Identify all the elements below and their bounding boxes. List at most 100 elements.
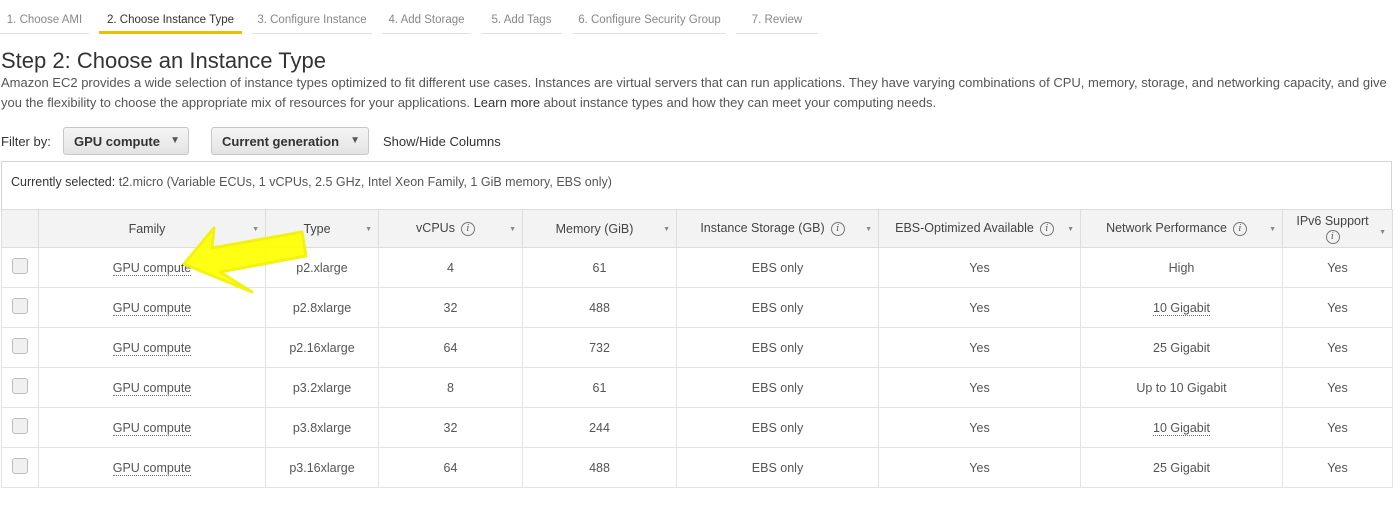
step-choose-ami[interactable]: 1. Choose AMI bbox=[0, 0, 89, 34]
sort-caret-icon: ▼ bbox=[1379, 229, 1386, 236]
family-link[interactable]: GPU compute bbox=[112, 300, 192, 316]
storage-cell: EBS only bbox=[676, 367, 879, 408]
info-icon[interactable]: i bbox=[1039, 221, 1054, 236]
network-value: 25 Gigabit bbox=[1153, 460, 1210, 475]
sort-caret-icon: ▼ bbox=[865, 226, 872, 233]
column-header-label: Instance Storage (GB) bbox=[700, 221, 825, 236]
step-add-tags[interactable]: 5. Add Tags bbox=[481, 0, 562, 34]
column-header-label: Family bbox=[128, 221, 166, 236]
family-cell: GPU compute bbox=[38, 367, 266, 408]
family-link[interactable]: GPU compute bbox=[112, 380, 192, 396]
vcpus-cell: 32 bbox=[378, 407, 523, 448]
column-header-type[interactable]: Type ▼ bbox=[265, 209, 379, 248]
ebs-cell: Yes bbox=[878, 367, 1081, 408]
vcpus-cell: 4 bbox=[378, 247, 523, 288]
ipv6-cell: Yes bbox=[1282, 327, 1393, 368]
column-header-family[interactable]: Family ▼ bbox=[38, 209, 266, 248]
ipv6-cell: Yes bbox=[1282, 367, 1393, 408]
table-row[interactable]: GPU compute p3.2xlarge 8 61 EBS only Yes… bbox=[1, 367, 1393, 408]
family-cell: GPU compute bbox=[38, 287, 266, 328]
step-choose-instance-type[interactable]: 2. Choose Instance Type bbox=[99, 0, 242, 34]
sort-caret-icon: ▼ bbox=[1067, 226, 1074, 233]
row-checkbox[interactable] bbox=[12, 418, 28, 434]
generation-filter-value: Current generation bbox=[222, 134, 340, 149]
network-cell: 25 Gigabit bbox=[1080, 327, 1283, 368]
instance-types-table: Family ▼ Type ▼ vCPUs i ▼ Memory (GiB) ▼ Inst… bbox=[1, 209, 1393, 488]
family-filter-dropdown[interactable]: GPU compute ▼ bbox=[63, 127, 189, 155]
ebs-cell: Yes bbox=[878, 327, 1081, 368]
column-header-network-performance[interactable]: Network Performance i ▼ bbox=[1080, 209, 1283, 248]
step-add-storage[interactable]: 4. Add Storage bbox=[382, 0, 471, 34]
currently-selected-label: Currently selected: bbox=[11, 175, 116, 189]
row-checkbox[interactable] bbox=[12, 258, 28, 274]
family-cell: GPU compute bbox=[38, 447, 266, 488]
column-header-ipv6-support[interactable]: IPv6 Support i ▼ bbox=[1282, 209, 1393, 248]
sort-caret-icon: ▼ bbox=[509, 226, 516, 233]
type-cell: p2.16xlarge bbox=[265, 327, 379, 368]
network-value-link[interactable]: 10 Gigabit bbox=[1153, 300, 1210, 316]
column-header-label: Type bbox=[303, 221, 331, 236]
filter-label: Filter by: bbox=[1, 134, 51, 149]
learn-more-link[interactable]: Learn more bbox=[474, 95, 540, 110]
column-header-memory[interactable]: Memory (GiB) ▼ bbox=[522, 209, 677, 248]
storage-cell: EBS only bbox=[676, 287, 879, 328]
row-checkbox[interactable] bbox=[12, 298, 28, 314]
info-icon[interactable]: i bbox=[460, 221, 475, 236]
show-hide-columns-link[interactable]: Show/Hide Columns bbox=[383, 134, 501, 149]
ipv6-cell: Yes bbox=[1282, 287, 1393, 328]
column-header-ebs-optimized[interactable]: EBS-Optimized Available i ▼ bbox=[878, 209, 1081, 248]
family-link[interactable]: GPU compute bbox=[112, 460, 192, 476]
type-cell: p3.8xlarge bbox=[265, 407, 379, 448]
info-icon[interactable]: i bbox=[830, 221, 845, 236]
vcpus-cell: 64 bbox=[378, 327, 523, 368]
vcpus-cell: 32 bbox=[378, 287, 523, 328]
step-configure-security-group[interactable]: 6. Configure Security Group bbox=[573, 0, 726, 34]
currently-selected-panel: Currently selected: t2.micro (Variable E… bbox=[1, 161, 1392, 209]
row-checkbox[interactable] bbox=[12, 458, 28, 474]
column-header-vcpus[interactable]: vCPUs i ▼ bbox=[378, 209, 523, 248]
family-cell: GPU compute bbox=[38, 247, 266, 288]
table-row[interactable]: GPU compute p2.xlarge 4 61 EBS only Yes … bbox=[1, 247, 1393, 288]
column-header-label: EBS-Optimized Available bbox=[895, 221, 1034, 236]
storage-cell: EBS only bbox=[676, 447, 879, 488]
page-title: Step 2: Choose an Instance Type bbox=[1, 48, 326, 73]
info-icon[interactable]: i bbox=[1325, 229, 1340, 244]
row-checkbox-cell bbox=[1, 287, 39, 328]
family-cell: GPU compute bbox=[38, 327, 266, 368]
step-configure-instance[interactable]: 3. Configure Instance bbox=[252, 0, 372, 34]
ipv6-cell: Yes bbox=[1282, 447, 1393, 488]
step-review[interactable]: 7. Review bbox=[736, 0, 818, 34]
vcpus-cell: 8 bbox=[378, 367, 523, 408]
row-checkbox[interactable] bbox=[12, 378, 28, 394]
network-cell: 10 Gigabit bbox=[1080, 407, 1283, 448]
family-link[interactable]: GPU compute bbox=[112, 340, 192, 356]
family-link[interactable]: GPU compute bbox=[112, 420, 192, 436]
family-filter-value: GPU compute bbox=[74, 134, 160, 149]
type-cell: p2.8xlarge bbox=[265, 287, 379, 328]
storage-cell: EBS only bbox=[676, 327, 879, 368]
column-header-instance-storage[interactable]: Instance Storage (GB) i ▼ bbox=[676, 209, 879, 248]
info-icon[interactable]: i bbox=[1232, 221, 1247, 236]
memory-cell: 61 bbox=[522, 367, 677, 408]
table-row[interactable]: GPU compute p3.8xlarge 32 244 EBS only Y… bbox=[1, 407, 1393, 448]
family-link[interactable]: GPU compute bbox=[112, 260, 192, 276]
table-row[interactable]: GPU compute p2.8xlarge 32 488 EBS only Y… bbox=[1, 287, 1393, 328]
table-row[interactable]: GPU compute p3.16xlarge 64 488 EBS only … bbox=[1, 447, 1393, 488]
storage-cell: EBS only bbox=[676, 247, 879, 288]
memory-cell: 61 bbox=[522, 247, 677, 288]
sort-caret-icon: ▼ bbox=[1269, 226, 1276, 233]
row-checkbox-cell bbox=[1, 447, 39, 488]
ebs-cell: Yes bbox=[878, 407, 1081, 448]
column-header-label: IPv6 Support bbox=[1296, 213, 1369, 228]
table-row[interactable]: GPU compute p2.16xlarge 64 732 EBS only … bbox=[1, 327, 1393, 368]
row-checkbox[interactable] bbox=[12, 338, 28, 354]
generation-filter-dropdown[interactable]: Current generation ▼ bbox=[211, 127, 369, 155]
type-cell: p3.2xlarge bbox=[265, 367, 379, 408]
network-value-link[interactable]: 10 Gigabit bbox=[1153, 420, 1210, 436]
description-text-end: about instance types and how they can me… bbox=[540, 94, 937, 110]
ebs-cell: Yes bbox=[878, 447, 1081, 488]
ebs-cell: Yes bbox=[878, 247, 1081, 288]
ebs-cell: Yes bbox=[878, 287, 1081, 328]
network-cell: 25 Gigabit bbox=[1080, 447, 1283, 488]
page-description: Amazon EC2 provides a wide selection of … bbox=[1, 73, 1391, 112]
